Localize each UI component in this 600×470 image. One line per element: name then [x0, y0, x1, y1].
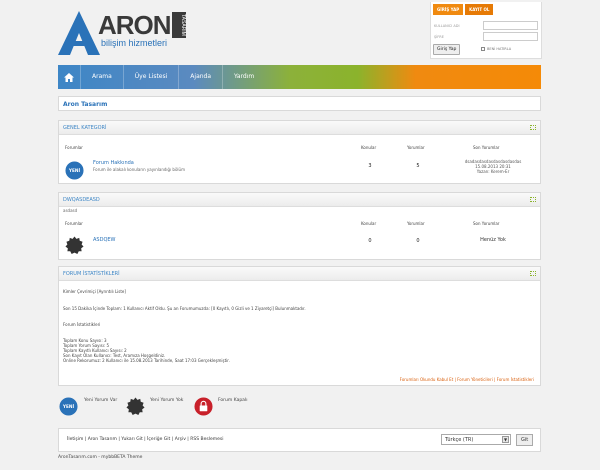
category-subtitle: asdasd	[63, 208, 78, 213]
category-title[interactable]: DWQASDEASD	[63, 197, 100, 203]
forum-description: Forum ile alakalı konuların yayınlandığı…	[93, 167, 185, 172]
tab-login[interactable]: GİRİŞ YAP	[433, 4, 464, 15]
forum-name[interactable]: Forum Hakkında	[93, 160, 134, 166]
no-new-posts-icon	[65, 236, 84, 255]
tab-register[interactable]: KAYIT OL	[465, 4, 494, 15]
last-post: dsadasdasdasdasdasdasdas 15.08.2013 20:3…	[463, 159, 523, 174]
copyright: AronTasarım.com - mybbBETA Theme	[58, 455, 143, 460]
last-post-author[interactable]: Yazan: Kerem-Er	[463, 169, 523, 174]
stats-section: Forum İstatistikleri	[63, 322, 101, 327]
breadcrumb[interactable]: Aron Tasarım	[58, 96, 541, 111]
col-topics: Konular	[361, 145, 377, 150]
language-go-button[interactable]: Git	[516, 434, 534, 446]
nav-search[interactable]: Arama	[80, 65, 123, 89]
forum-posts: 0	[416, 238, 420, 244]
new-posts-icon: YENİ	[65, 161, 84, 180]
username-label: KULLANICI ADI	[434, 24, 460, 28]
forum-topics: 0	[368, 238, 372, 244]
col-topics: Konular	[361, 221, 377, 226]
online-header[interactable]: Kimler Çevrimiçi [Ayrıntılı Liste]	[63, 289, 126, 294]
legend-none: Yeni Yorum Yok	[150, 398, 184, 403]
forum-topics: 3	[368, 163, 372, 169]
collapse-icon[interactable]	[530, 125, 536, 130]
category-title[interactable]: GENEL KATEGORİ	[63, 125, 107, 131]
last-post-none: Henüz Yok	[480, 237, 506, 243]
username-input[interactable]	[483, 21, 538, 30]
language-value: Türkçe (TR)	[445, 437, 474, 443]
stats-lines: Toplam Konu Sayısı: 3 Toplam Yorum Sayıs…	[63, 338, 230, 363]
remember-label: BENİ HATIRLA	[487, 47, 512, 51]
password-input[interactable]	[483, 32, 538, 41]
collapse-icon[interactable]	[530, 197, 536, 202]
forum-stats: FORUM İSTATİSTİKLERİ Kimler Çevrimiçi [A…	[58, 266, 541, 386]
language-select[interactable]: Türkçe (TR) ▼	[441, 434, 511, 445]
col-posts: Yorumlar	[407, 145, 425, 150]
logo-word: ARON	[98, 10, 172, 40]
col-posts: Yorumlar	[407, 221, 425, 226]
col-last: Son Yorumlar	[473, 221, 500, 226]
remember-checkbox[interactable]	[481, 47, 485, 51]
legend-new: Yeni Yorum Var	[84, 398, 118, 403]
nav-calendar[interactable]: Ajanda	[178, 65, 222, 89]
legend-new-icon: YENİ	[59, 397, 78, 416]
footer-links[interactable]: İletişim | Aron Tasarım | Yukarı Git | İ…	[67, 437, 224, 442]
main-nav: Arama Üye Listesi Ajanda Yardım	[58, 65, 541, 89]
nav-member-list[interactable]: Üye Listesi	[122, 65, 179, 89]
logo-subtitle: bilişim hizmetleri	[101, 38, 168, 48]
login-box: GİRİŞ YAP KAYIT OL KULLANICI ADI ŞİFRE G…	[430, 2, 542, 59]
online-line: Son 15 Dakika İçinde Toplam: 1 Kullanıcı…	[63, 306, 306, 311]
stat-line: Online Rekorumuz: 2 Kullanıcı ile 15.08.…	[63, 358, 230, 363]
col-forums: Forumlar	[65, 145, 83, 150]
col-last: Son Yorumlar	[473, 145, 500, 150]
collapse-icon[interactable]	[530, 271, 536, 276]
category-general: GENEL KATEGORİ Forumlar Konular Yorumlar…	[58, 120, 541, 184]
logo-a-icon	[58, 11, 100, 55]
footer-bar: İletişim | Aron Tasarım | Yukarı Git | İ…	[58, 428, 541, 452]
logo-side-text: TASARIM	[172, 12, 186, 38]
col-forums: Forumlar	[65, 221, 83, 226]
stats-title: FORUM İSTATİSTİKLERİ	[63, 271, 120, 277]
legend-locked-icon	[194, 397, 213, 416]
legend-locked: Forum Kapalı	[218, 398, 248, 403]
forum-posts: 5	[416, 163, 420, 169]
home-icon[interactable]	[58, 65, 80, 89]
stats-footer-links[interactable]: Forumları Okundu Kabul Et | Forum Yöneti…	[400, 377, 534, 382]
legend-none-icon	[126, 397, 145, 416]
login-button[interactable]: Giriş Yap	[433, 44, 461, 55]
chevron-down-icon: ▼	[502, 436, 509, 443]
category-dwqasdeasd: DWQASDEASD asdasd Forumlar Konular Yorum…	[58, 192, 541, 260]
forum-name[interactable]: ASDQEW	[93, 237, 115, 243]
nav-help[interactable]: Yardım	[222, 65, 265, 89]
password-label: ŞİFRE	[434, 35, 444, 39]
